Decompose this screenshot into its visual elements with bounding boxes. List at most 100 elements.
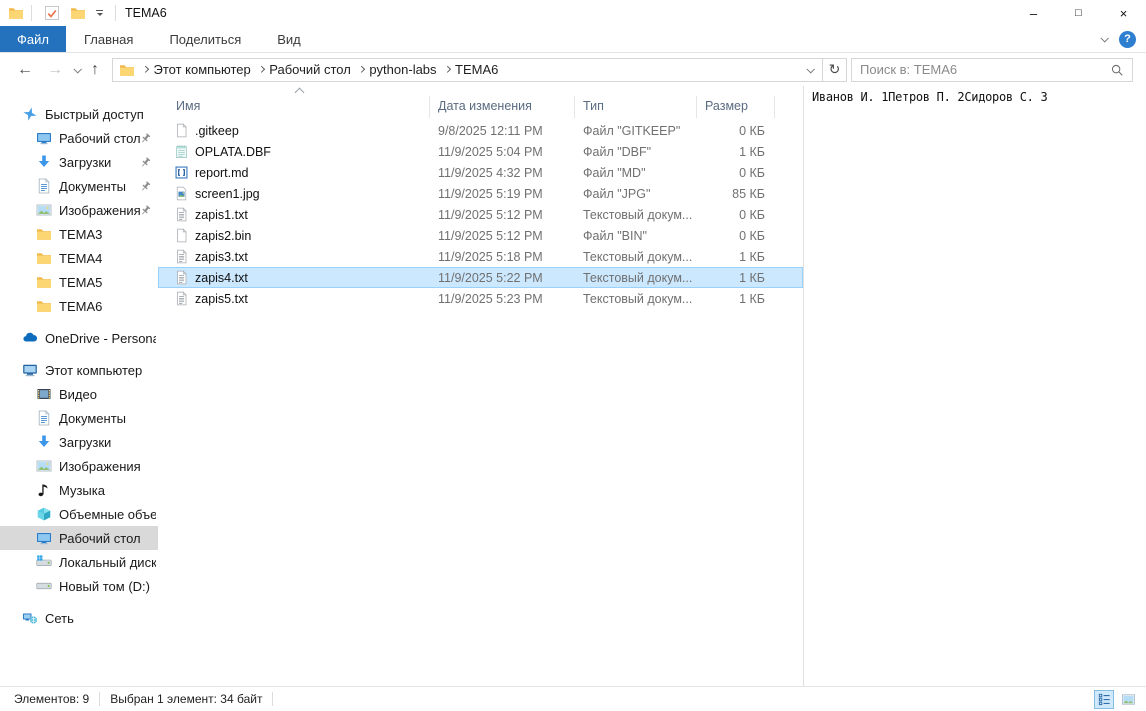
window-controls: – □ × [1011, 0, 1146, 26]
sidebar-item[interactable]: Рабочий стол [0, 526, 158, 550]
file-row[interactable]: .gitkeep 9/8/2025 12:11 PM Файл "GITKEEP… [158, 120, 803, 141]
sidebar-item-icon [22, 330, 38, 346]
sidebar-item[interactable]: Этот компьютер [0, 358, 158, 382]
up-button[interactable]: ↑ [84, 58, 106, 82]
file-size: 0 КБ [697, 124, 775, 138]
file-row[interactable]: OPLATA.DBF 11/9/2025 5:04 PM Файл "DBF" … [158, 141, 803, 162]
sidebar-item[interactable]: OneDrive - Personal [0, 326, 158, 350]
sidebar-item[interactable]: Новый том (D:) [0, 574, 158, 598]
sidebar-item-label: Локальный диск (C:) [59, 555, 156, 570]
close-button[interactable]: × [1101, 0, 1146, 26]
file-size: 1 КБ [697, 145, 775, 159]
address-bar[interactable]: Этот компьютер Рабочий стол python-labs … [112, 58, 823, 82]
file-row[interactable]: zapis4.txt 11/9/2025 5:22 PM Текстовый д… [158, 267, 803, 288]
file-row[interactable]: zapis1.txt 11/9/2025 5:12 PM Текстовый д… [158, 204, 803, 225]
file-name-cell: zapis4.txt [158, 270, 430, 285]
search-icon[interactable] [1110, 63, 1124, 77]
file-type: Текстовый докум... [575, 271, 697, 285]
breadcrumb-item[interactable]: python-labs [351, 59, 437, 81]
file-row[interactable]: zapis5.txt 11/9/2025 5:23 PM Текстовый д… [158, 288, 803, 309]
pin-icon [139, 156, 152, 169]
file-size: 1 КБ [697, 271, 775, 285]
file-size: 0 КБ [697, 229, 775, 243]
sidebar-item-label: Изображения [59, 203, 141, 218]
ribbon-expand-chevron-icon[interactable] [1100, 34, 1108, 42]
address-dropdown-chevron-icon[interactable] [806, 65, 814, 73]
sidebar-item[interactable]: Локальный диск (C:) [0, 550, 158, 574]
breadcrumb-item[interactable]: ТЕМА6 [437, 59, 499, 81]
sidebar-item[interactable]: ТЕМА4 [0, 246, 158, 270]
sidebar-item[interactable]: Музыка [0, 478, 158, 502]
sidebar-item[interactable]: Изображения [0, 198, 158, 222]
column-header[interactable]: Дата изменения [430, 96, 575, 118]
sidebar-item[interactable]: Загрузки [0, 430, 158, 454]
qat-customize-chevron-icon[interactable] [96, 10, 103, 17]
back-button[interactable]: ← [10, 58, 40, 82]
breadcrumb-label[interactable]: Этот компьютер [154, 62, 251, 77]
sidebar-item[interactable]: Сеть [0, 606, 158, 630]
file-name: screen1.jpg [195, 187, 260, 201]
file-type-icon [174, 165, 189, 180]
breadcrumb-label[interactable]: Рабочий стол [269, 62, 351, 77]
sidebar-item[interactable]: Рабочий стол [0, 126, 158, 150]
breadcrumb-item[interactable]: Этот компьютер [135, 59, 251, 81]
qat-properties-button[interactable] [39, 5, 65, 21]
sidebar-item[interactable]: Изображения [0, 454, 158, 478]
sidebar-item-icon [36, 482, 52, 498]
file-row[interactable]: zapis2.bin 11/9/2025 5:12 PM Файл "BIN" … [158, 225, 803, 246]
preview-pane: Иванов И. 1Петров П. 2Сидоров С. 3 [803, 86, 1146, 686]
sidebar-item-icon [22, 362, 38, 378]
ribbon-tab[interactable]: Главная [66, 26, 151, 52]
search-input[interactable] [852, 62, 1110, 77]
ribbon-right-controls: ? [1101, 26, 1146, 52]
help-button[interactable]: ? [1119, 31, 1136, 48]
main-area: Быстрый доступ Рабочий стол Загрузки [0, 86, 1146, 686]
sidebar-item[interactable]: Документы [0, 406, 158, 430]
forward-button[interactable]: → [40, 58, 70, 82]
refresh-button[interactable]: ↻ [823, 58, 847, 82]
file-type-icon [174, 249, 189, 264]
sidebar-item[interactable]: Загрузки [0, 150, 158, 174]
view-toggle-buttons [1094, 690, 1146, 709]
sidebar-item[interactable]: ТЕМА6 [0, 294, 158, 318]
file-type-icon [174, 144, 189, 159]
file-type-icon [174, 270, 189, 285]
sidebar-item-icon [36, 410, 52, 426]
sidebar-item[interactable]: Документы [0, 174, 158, 198]
sidebar-item-label: Рабочий стол [59, 531, 141, 546]
maximize-button[interactable]: □ [1056, 0, 1101, 26]
sidebar-item-label: Быстрый доступ [45, 107, 144, 122]
column-header[interactable]: Размер [697, 96, 775, 118]
file-row[interactable]: report.md 11/9/2025 4:32 PM Файл "MD" 0 … [158, 162, 803, 183]
file-row[interactable]: zapis3.txt 11/9/2025 5:18 PM Текстовый д… [158, 246, 803, 267]
breadcrumb-label[interactable]: ТЕМА6 [455, 62, 498, 77]
sidebar-item[interactable]: Быстрый доступ [0, 102, 158, 126]
pin-icon [139, 180, 152, 193]
ribbon-tab[interactable]: Файл [0, 26, 66, 52]
file-name-cell: zapis3.txt [158, 249, 430, 264]
recent-locations-chevron-icon[interactable] [73, 65, 81, 73]
minimize-button[interactable]: – [1011, 0, 1056, 26]
sidebar-item-icon [36, 250, 52, 266]
sidebar-item[interactable]: Видео [0, 382, 158, 406]
thumbnails-view-button[interactable] [1118, 690, 1138, 709]
file-type: Текстовый докум... [575, 292, 697, 306]
breadcrumb-label[interactable]: python-labs [369, 62, 436, 77]
column-header[interactable]: Имя [158, 96, 430, 118]
ribbon-tab[interactable]: Вид [259, 26, 319, 52]
sidebar-item[interactable]: ТЕМА5 [0, 270, 158, 294]
breadcrumb-item[interactable]: Рабочий стол [251, 59, 351, 81]
file-type: Текстовый докум... [575, 208, 697, 222]
file-rows: .gitkeep 9/8/2025 12:11 PM Файл "GITKEEP… [158, 118, 803, 309]
ribbon-tab[interactable]: Поделиться [151, 26, 259, 52]
column-header[interactable]: Тип [575, 96, 697, 118]
file-row[interactable]: screen1.jpg 11/9/2025 5:19 PM Файл "JPG"… [158, 183, 803, 204]
details-view-button[interactable] [1094, 690, 1114, 709]
file-date: 9/8/2025 12:11 PM [430, 124, 575, 138]
qat-new-folder-button[interactable] [65, 5, 91, 21]
sidebar-item[interactable]: Объемные объекты [0, 502, 158, 526]
sidebar-item[interactable]: ТЕМА3 [0, 222, 158, 246]
file-type-icon [174, 123, 189, 138]
breadcrumb-chevron-icon [142, 66, 148, 72]
file-name: zapis5.txt [195, 292, 248, 306]
